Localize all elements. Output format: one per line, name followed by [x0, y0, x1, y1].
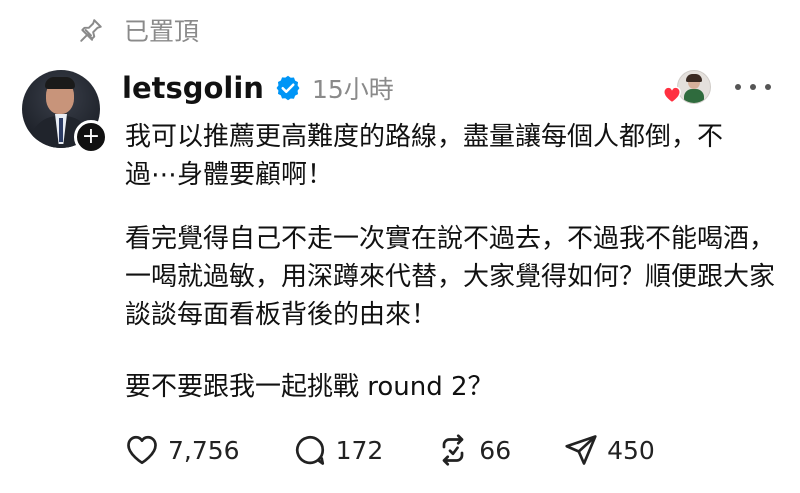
pin-icon [80, 19, 102, 42]
post-actions: 7,756 172 66 450 [124, 430, 707, 470]
like-button[interactable]: 7,756 [124, 432, 240, 468]
pinned-label: 已置頂 [124, 17, 200, 46]
send-icon [565, 435, 597, 465]
like-count: 7,756 [168, 435, 240, 465]
post-paragraph: 我可以推薦更高難度的路線，盡量讓每個人都倒，不過⋯身體要顧啊！ [125, 122, 724, 190]
reply-count: 172 [335, 435, 384, 465]
repost-button[interactable]: 66 [435, 432, 511, 468]
verified-badge-icon [276, 75, 300, 101]
follow-plus-button[interactable]: + [74, 120, 108, 154]
more-icon [735, 84, 741, 90]
share-count: 450 [607, 435, 655, 465]
pinned-indicator: 已置頂 [78, 10, 199, 50]
repost-count: 66 [479, 435, 512, 465]
author-avatar-container[interactable]: + [22, 70, 108, 154]
heart-icon [663, 86, 681, 104]
share-button[interactable]: 450 [563, 432, 655, 468]
post-paragraph: 看完覺得自己不走一次實在說不過去，不過我不能喝酒，一喝就過敏，用深蹲來代替，大家… [125, 224, 776, 330]
post-paragraph: 要不要跟我一起挑戰 round 2？ [125, 372, 494, 402]
post-time: 15小時 [311, 75, 394, 104]
reply-button[interactable]: 172 [292, 432, 384, 468]
repost-icon [442, 434, 464, 466]
heart-outline-icon [127, 435, 157, 465]
more-options-button[interactable] [735, 72, 771, 102]
liked-by-indicator[interactable] [661, 70, 713, 106]
author-username[interactable]: letsgolin [122, 71, 264, 105]
comment-icon [295, 435, 324, 465]
post-header: letsgolin 15小時 [122, 68, 394, 108]
